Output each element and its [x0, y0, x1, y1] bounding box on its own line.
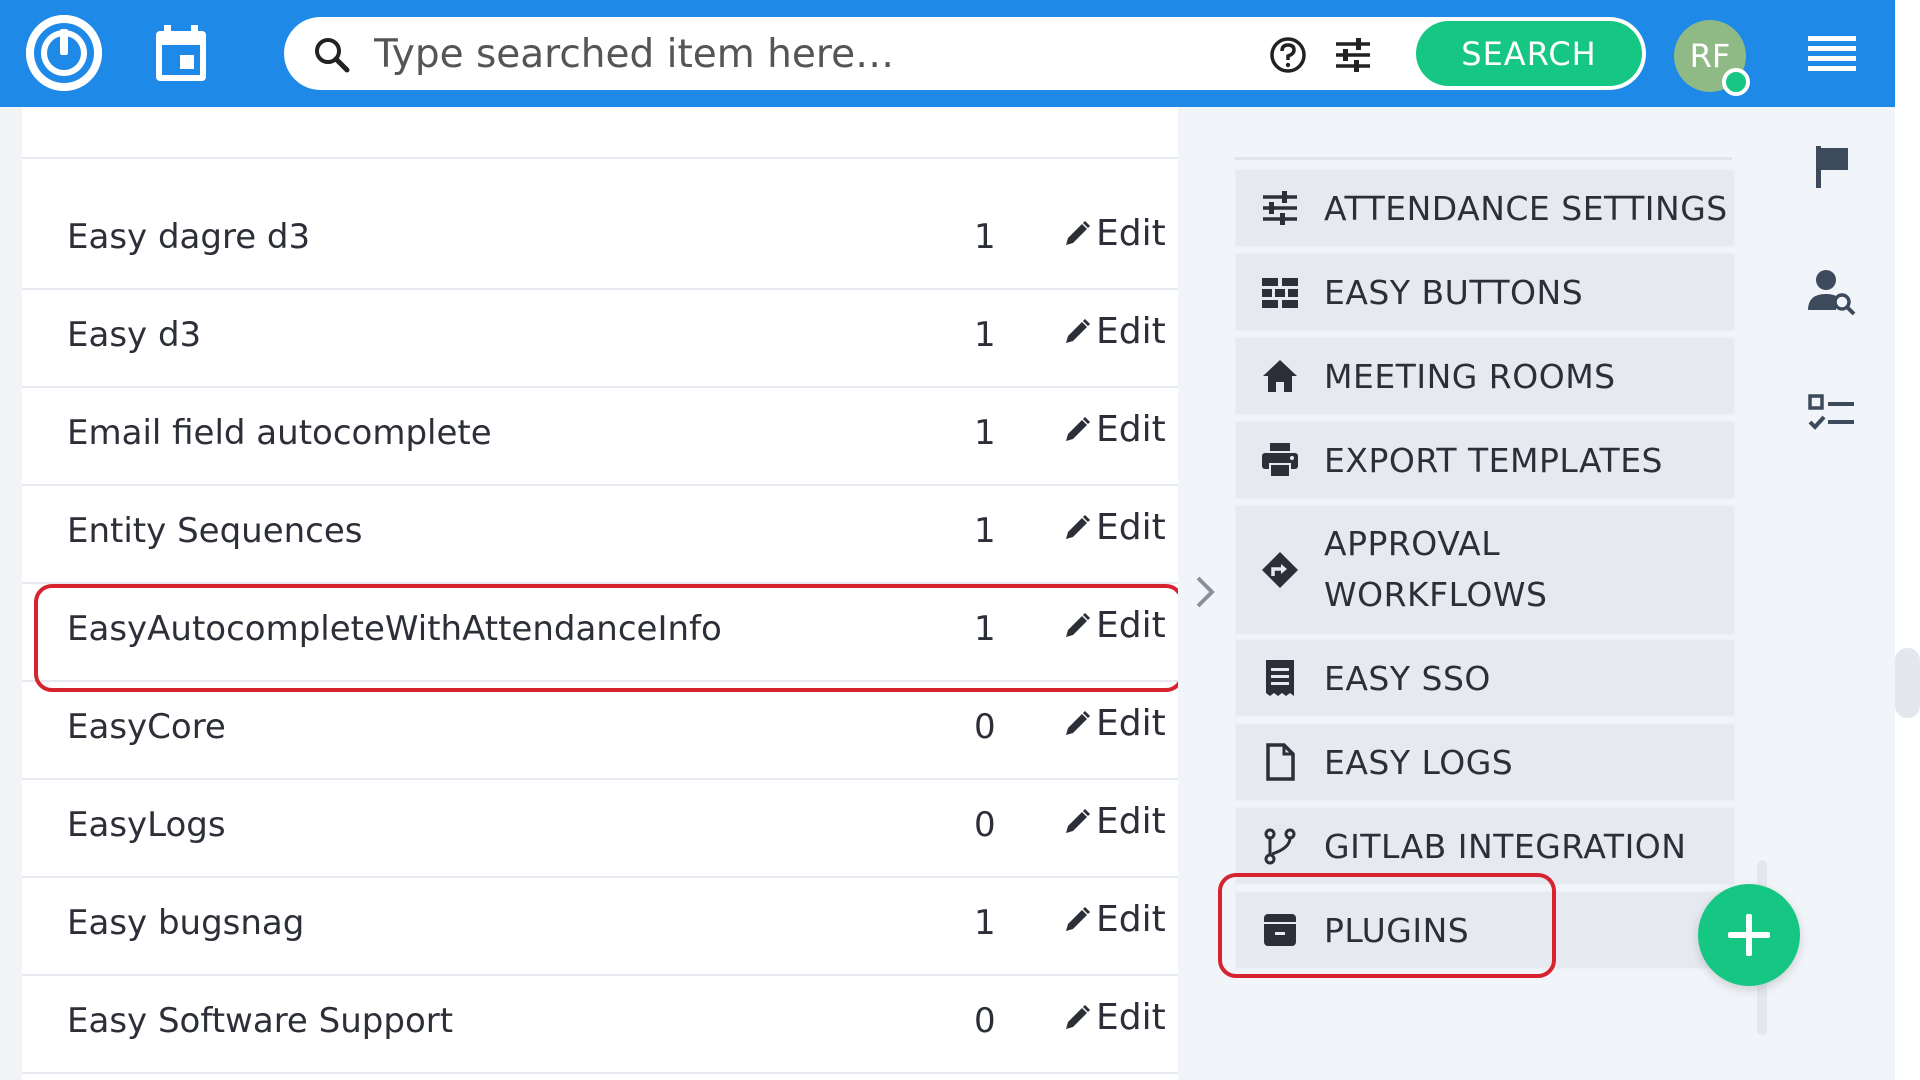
receipt-icon [1260, 658, 1300, 698]
task-list-icon[interactable] [1806, 390, 1856, 440]
search-bar: SEARCH [284, 17, 1646, 90]
sliders-icon [1260, 188, 1300, 228]
plugin-count: 0 [974, 805, 996, 845]
table-left-gutter [0, 107, 22, 1080]
menu-item-label: EASY SSO [1324, 658, 1491, 698]
plugin-name: Easy d3 [67, 315, 202, 355]
plugin-count: 1 [974, 315, 996, 355]
plugin-name: Easy Software Support [67, 1001, 454, 1041]
search-button[interactable]: SEARCH [1416, 21, 1642, 86]
top-bar: SEARCH RF [0, 0, 1895, 107]
help-icon[interactable] [1268, 35, 1308, 75]
chevron-right-icon[interactable] [1190, 572, 1220, 612]
menu-item-approval[interactable]: APPROVAL WORKFLOWS [1234, 504, 1736, 636]
table-row: EasyLogs 0 Edit [22, 779, 1178, 878]
pencil-icon [1066, 514, 1091, 539]
edit-label: Edit [1096, 899, 1166, 940]
plugin-count: 0 [974, 707, 996, 747]
table-row: Easy dagre d3 1 Edit [22, 191, 1178, 290]
edit-label: Edit [1096, 703, 1166, 744]
pencil-icon [1066, 220, 1091, 245]
plugin-count: 0 [974, 1001, 996, 1041]
plugin-count: 1 [974, 217, 996, 257]
edit-button[interactable]: Edit [1062, 997, 1166, 1038]
plus-icon [1728, 914, 1770, 956]
menu-item-label: APPROVAL [1324, 524, 1501, 563]
pencil-icon [1066, 906, 1091, 931]
menu-item-label-line2: WORKFLOWS [1324, 575, 1548, 614]
menu-item-meeting-rooms[interactable]: MEETING ROOMS [1234, 336, 1736, 416]
pencil-icon [1066, 318, 1091, 343]
pencil-icon [1066, 808, 1091, 833]
buttons-grid-icon [1260, 272, 1300, 312]
user-search-icon[interactable] [1806, 266, 1856, 316]
edit-button[interactable]: Edit [1062, 703, 1166, 744]
edit-label: Edit [1096, 311, 1166, 352]
home-icon [1260, 356, 1300, 396]
table-row: Email field autocomplete 1 Edit [22, 387, 1178, 486]
edit-button[interactable]: Edit [1062, 899, 1166, 940]
plugin-name: Entity Sequences [67, 511, 363, 551]
highlight-box-row [34, 584, 1184, 692]
table-row: Easy bugsnag 1 Edit [22, 877, 1178, 976]
plugin-name: Email field autocomplete [67, 413, 492, 453]
edit-label: Edit [1096, 801, 1166, 842]
branch-icon [1260, 826, 1300, 866]
calendar-icon[interactable] [154, 25, 208, 83]
menu-item-label: GITLAB INTEGRATION [1324, 826, 1687, 866]
plugin-name: Easy bugsnag [67, 903, 305, 943]
plugin-name: EasyCore [67, 707, 226, 747]
plugin-name: Easy dagre d3 [67, 217, 311, 257]
file-icon [1260, 742, 1300, 782]
menu-item-easy-logs[interactable]: EASY LOGS [1234, 722, 1736, 802]
menu-icon[interactable] [1808, 34, 1856, 74]
table-row: Easy d3 1 Edit [22, 289, 1178, 388]
page-scrollbar-thumb[interactable] [1895, 648, 1920, 718]
menu-item-easy-buttons[interactable]: EASY BUTTONS [1234, 252, 1736, 332]
search-icon [312, 35, 352, 75]
menu-item-export-templates[interactable]: EXPORT TEMPLATES [1234, 420, 1736, 500]
table-row: EasyCore 0 Edit [22, 681, 1178, 780]
online-status-dot [1722, 68, 1750, 96]
plugin-count: 1 [974, 511, 996, 551]
menu-divider [1234, 157, 1732, 160]
menu-item-label: ATTENDANCE SETTINGS [1324, 188, 1728, 228]
menu-item-label: EXPORT TEMPLATES [1324, 440, 1663, 480]
plugin-name: EasyLogs [67, 805, 226, 845]
pencil-icon [1066, 1004, 1091, 1029]
edit-button[interactable]: Edit [1062, 311, 1166, 352]
flag-icon[interactable] [1808, 142, 1858, 192]
menu-item-label: EASY LOGS [1324, 742, 1514, 782]
menu-item-label: EASY BUTTONS [1324, 272, 1584, 312]
pencil-icon [1066, 710, 1091, 735]
edit-label: Edit [1096, 213, 1166, 254]
printer-icon [1260, 440, 1300, 480]
highlight-box-plugins [1218, 873, 1556, 978]
search-input[interactable] [374, 29, 1194, 79]
edit-label: Edit [1096, 997, 1166, 1038]
plugin-count: 1 [974, 903, 996, 943]
logo-icon[interactable] [26, 15, 102, 91]
table-row: Entity Sequences 1 Edit [22, 485, 1178, 584]
edit-label: Edit [1096, 507, 1166, 548]
edit-button[interactable]: Edit [1062, 409, 1166, 450]
edit-button[interactable]: Edit [1062, 213, 1166, 254]
table-row-partial [22, 107, 1178, 159]
menu-item-easy-sso[interactable]: EASY SSO [1234, 638, 1736, 718]
edit-label: Edit [1096, 409, 1166, 450]
route-diamond-icon [1260, 550, 1300, 590]
menu-item-label: MEETING ROOMS [1324, 356, 1616, 396]
pencil-icon [1066, 416, 1091, 441]
add-button[interactable] [1698, 884, 1800, 986]
right-edge [1895, 0, 1920, 1080]
edit-button[interactable]: Edit [1062, 801, 1166, 842]
advanced-filter-icon[interactable] [1334, 36, 1372, 74]
menu-item-attendance-settings[interactable]: ATTENDANCE SETTINGS [1234, 168, 1736, 248]
edit-button[interactable]: Edit [1062, 507, 1166, 548]
table-row: Easy Software Support 0 Edit [22, 975, 1178, 1074]
plugin-count: 1 [974, 413, 996, 453]
